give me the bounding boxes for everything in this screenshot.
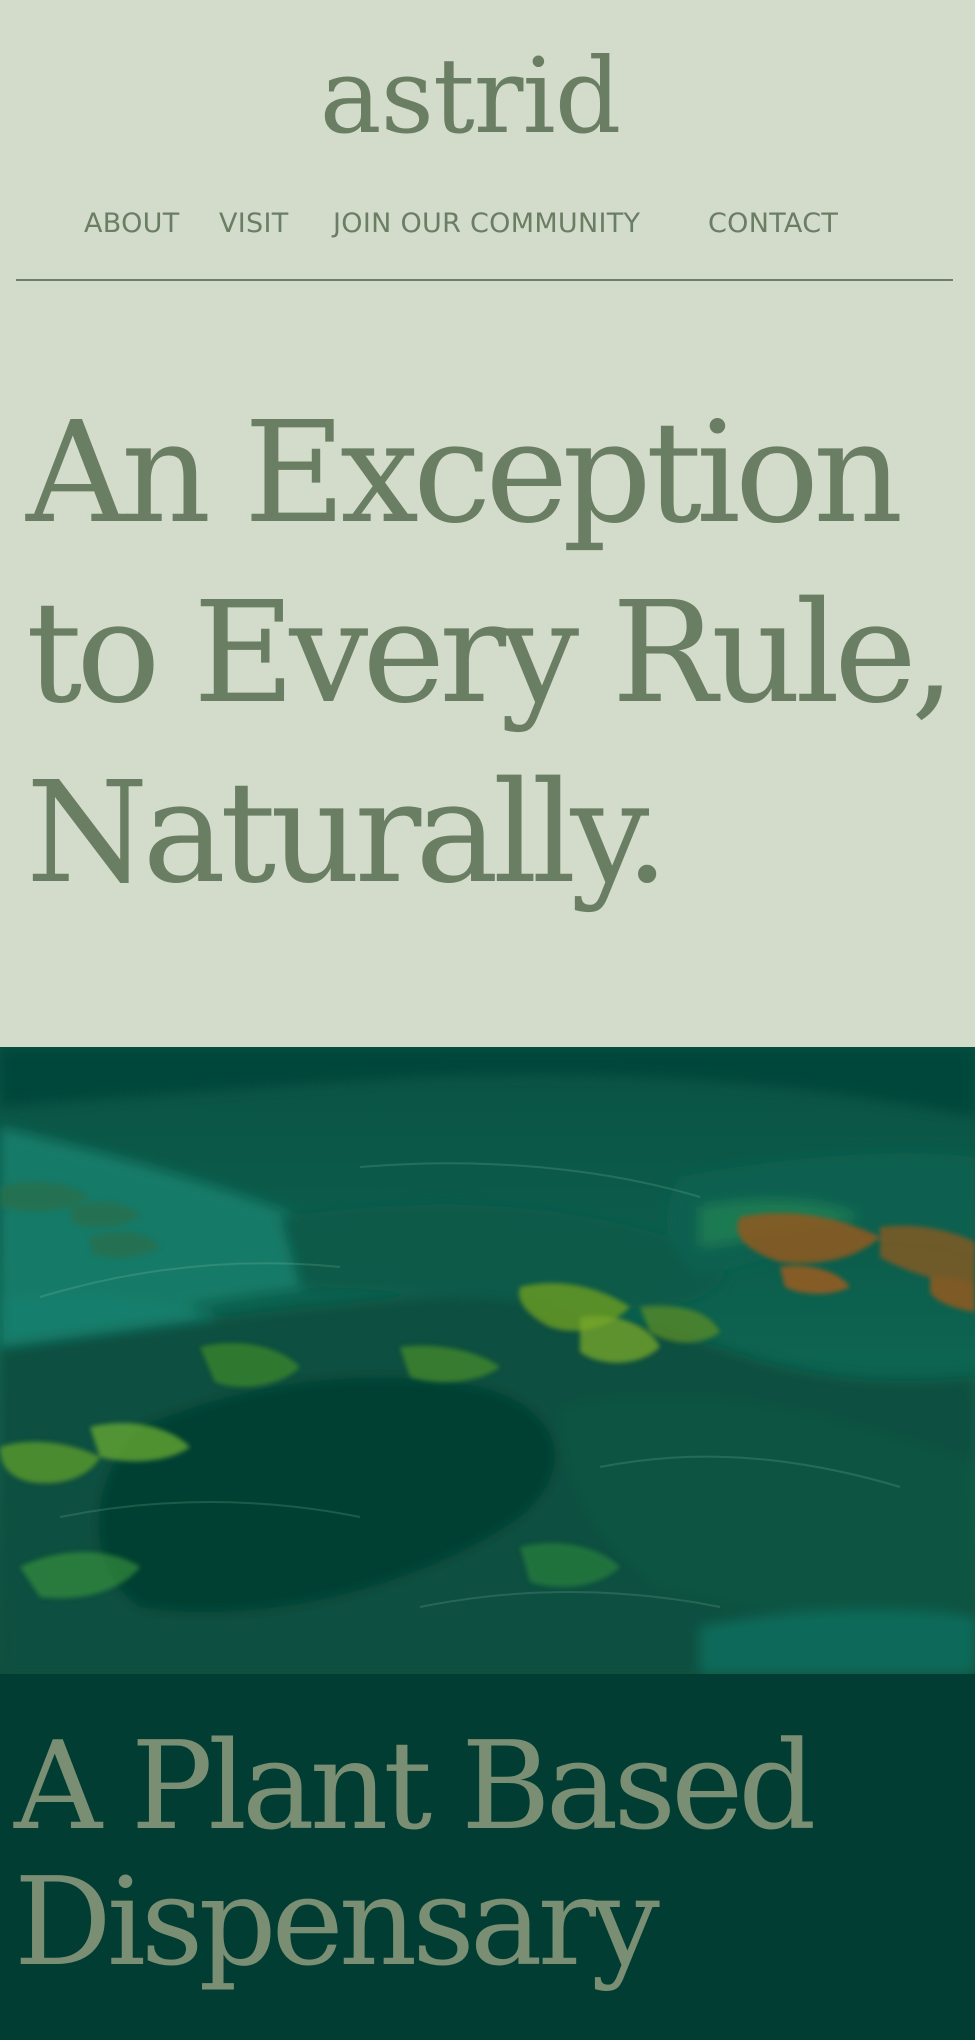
- nav-item-about[interactable]: ABOUT: [84, 204, 180, 244]
- main-nav: ABOUT VISIT JOIN OUR COMMUNITY CONTACT: [0, 204, 975, 244]
- hero-headline-line-3: Naturally.: [26, 752, 669, 915]
- painting-image: [0, 1047, 975, 1674]
- nav-item-visit[interactable]: VISIT: [219, 204, 289, 244]
- tagline-section: A Plant Based Dispensary: [0, 1674, 975, 2040]
- site-header: astrid ABOUT VISIT JOIN OUR COMMUNITY CO…: [0, 0, 975, 281]
- nav-item-join-our-community[interactable]: JOIN OUR COMMUNITY: [333, 204, 640, 244]
- brand-logo[interactable]: astrid: [0, 44, 940, 148]
- tagline-line-1: A Plant Based: [14, 1715, 816, 1857]
- nav-item-contact[interactable]: CONTACT: [708, 204, 838, 244]
- tagline-heading: A Plant Based Dispensary: [14, 1718, 964, 1990]
- hero-headline: An Exception to Every Rule, Naturally.: [26, 384, 966, 924]
- hero-headline-line-2: to Every Rule,: [26, 572, 955, 735]
- hero-section: An Exception to Every Rule, Naturally.: [0, 281, 975, 1047]
- hero-headline-line-1: An Exception: [26, 392, 903, 555]
- tagline-line-2: Dispensary: [14, 1851, 660, 1993]
- feature-artwork: [0, 1047, 975, 1674]
